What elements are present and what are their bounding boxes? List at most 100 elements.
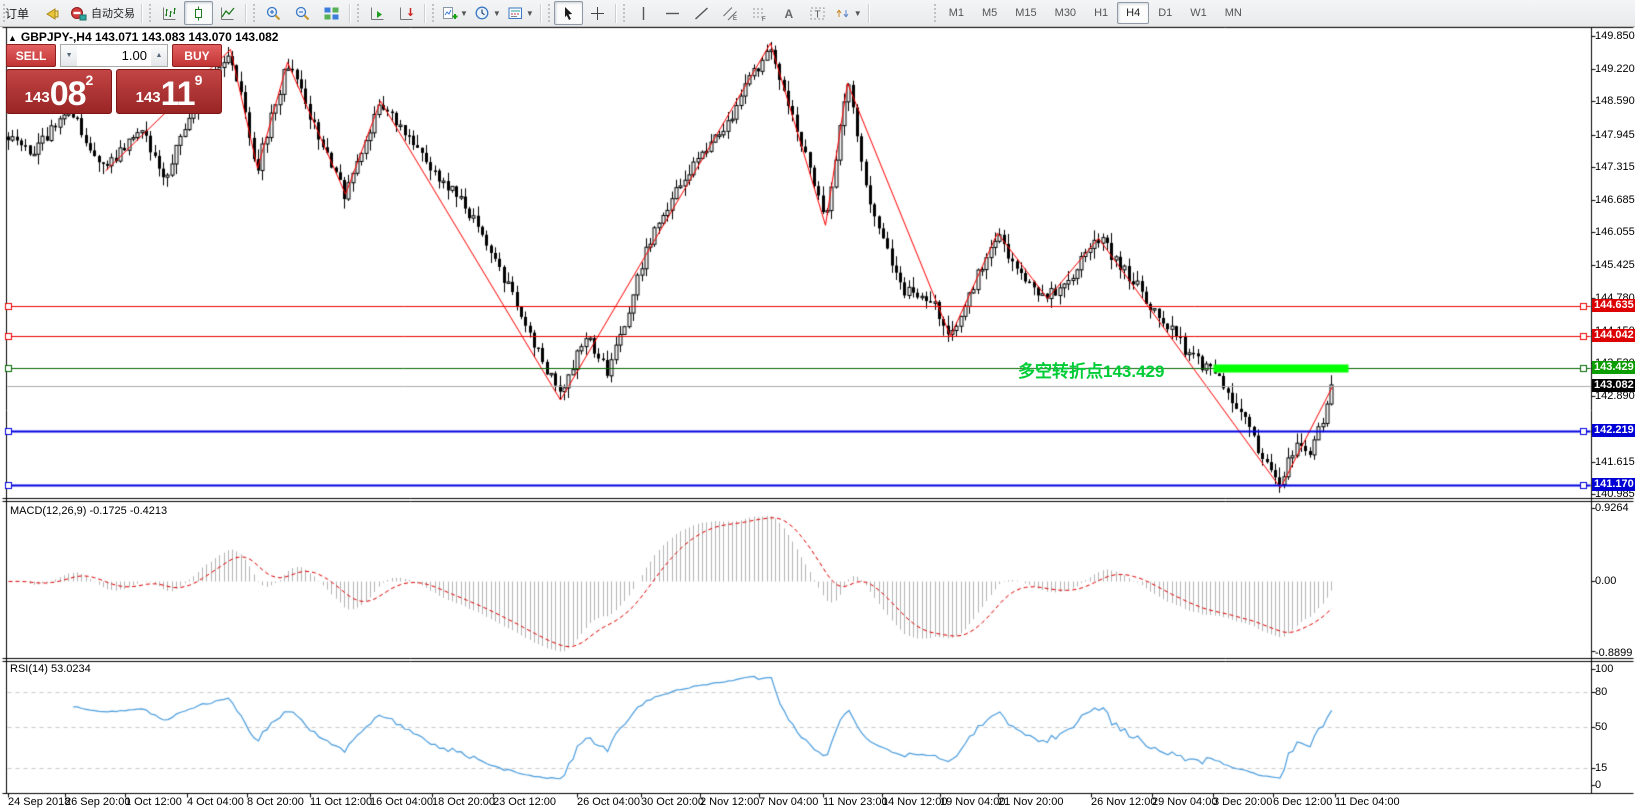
- toolbar-separator: [349, 4, 351, 23]
- mt4-window: 订单 自动交易 ▼ ▼ ▼ E F A T ▼ M1M5M15M30H1H4D1W1MN ▲GBPJ…: [0, 0, 1635, 812]
- buy-price-base: 143: [136, 85, 161, 111]
- price-chart-canvas[interactable]: [0, 0, 1635, 812]
- horizontal-line-button[interactable]: [658, 1, 687, 25]
- indicators-icon: [441, 5, 458, 22]
- tf-d1[interactable]: D1: [1149, 2, 1181, 24]
- sell-price-box[interactable]: 143 08 2: [6, 69, 112, 114]
- svg-text:F: F: [762, 17, 766, 22]
- templates-button[interactable]: ▼: [504, 1, 537, 25]
- svg-text:T: T: [814, 9, 820, 20]
- trendline-button[interactable]: [687, 1, 716, 25]
- cursor-button[interactable]: [554, 1, 583, 25]
- volume-value[interactable]: 1.00: [77, 45, 151, 66]
- tf-m5[interactable]: M5: [973, 2, 1006, 24]
- zoomin-icon: [265, 5, 282, 22]
- tf-m1[interactable]: M1: [940, 2, 973, 24]
- collapse-panel-icon[interactable]: ▲: [8, 33, 17, 43]
- candles-icon: [190, 5, 207, 22]
- tile-icon: [323, 5, 340, 22]
- volume-down-icon[interactable]: ▼: [61, 45, 77, 66]
- tf-m30[interactable]: M30: [1046, 2, 1085, 24]
- fibo-icon: F: [751, 5, 768, 22]
- news-icon: [44, 5, 61, 22]
- macd-label: MACD(12,26,9) -0.1725 -0.4213: [10, 505, 167, 517]
- textlabel-icon: T: [809, 5, 826, 22]
- tf-mn[interactable]: MN: [1216, 2, 1251, 24]
- label-button[interactable]: T: [803, 1, 832, 25]
- chevron-down-icon[interactable]: ▼: [493, 9, 501, 18]
- shapes-icon: [835, 5, 852, 22]
- volume-up-icon[interactable]: ▲: [151, 45, 167, 66]
- trend-icon: [693, 5, 710, 22]
- toolbar-grip[interactable]: [357, 4, 359, 22]
- candlestick-button[interactable]: [184, 1, 213, 25]
- autoscroll-icon: [369, 5, 386, 22]
- time-axis[interactable]: [0, 793, 1591, 812]
- news-icon[interactable]: [38, 1, 67, 25]
- chevron-down-icon[interactable]: ▼: [526, 9, 534, 18]
- text-button[interactable]: A: [774, 1, 803, 25]
- toolbar: 订单 自动交易 ▼ ▼ ▼ E F A T ▼ M1M5M15M30H1H4D1W1MN: [0, 0, 1635, 27]
- toolbar-grip[interactable]: [934, 4, 936, 22]
- zoom-out-button[interactable]: [288, 1, 317, 25]
- toolbar-grip[interactable]: [432, 4, 434, 22]
- toolbar-separator: [245, 4, 247, 23]
- tf-h1[interactable]: H1: [1085, 2, 1117, 24]
- sell-price-pip: 2: [86, 73, 94, 87]
- buy-price-pip: 9: [195, 73, 203, 87]
- toolbar-separator: [868, 4, 870, 23]
- cursor-icon: [560, 5, 577, 22]
- toolbar-separator: [141, 4, 143, 23]
- chart-shift-button[interactable]: [392, 1, 421, 25]
- clock-icon: [474, 5, 491, 22]
- toolbar-grip[interactable]: [149, 4, 151, 22]
- channel-icon: E: [722, 5, 739, 22]
- tf-w1[interactable]: W1: [1181, 2, 1216, 24]
- autotrade-icon: [70, 5, 87, 22]
- tf-m15[interactable]: M15: [1006, 2, 1045, 24]
- tf-h4[interactable]: H4: [1117, 2, 1149, 24]
- sell-price-big: 08: [50, 77, 86, 111]
- volume-stepper[interactable]: ▼ 1.00 ▲: [60, 44, 168, 67]
- toolbar-separator: [540, 4, 542, 23]
- zoomout-icon: [294, 5, 311, 22]
- chartshift-icon: [398, 5, 415, 22]
- toolbar-separator: [615, 4, 617, 23]
- toolbar-grip[interactable]: [548, 4, 550, 22]
- svg-text:A: A: [784, 7, 793, 21]
- chevron-down-icon[interactable]: ▼: [460, 9, 468, 18]
- crosshair-button[interactable]: [583, 1, 612, 25]
- toolbar-grip[interactable]: [253, 4, 255, 22]
- sell-price-base: 143: [25, 85, 50, 111]
- hline-icon: [664, 5, 681, 22]
- fibonacci-button[interactable]: F: [745, 1, 774, 25]
- shapes-button[interactable]: ▼: [832, 1, 865, 25]
- line-icon: [219, 5, 236, 22]
- toolbar-grip[interactable]: [623, 4, 625, 22]
- equidistant-channel-button[interactable]: E: [716, 1, 745, 25]
- chart-title: ▲GBPJPY-,H4 143.071 143.083 143.070 143.…: [8, 30, 278, 44]
- chevron-down-icon[interactable]: ▼: [854, 9, 862, 18]
- sell-button[interactable]: SELL: [6, 44, 56, 67]
- auto-scroll-button[interactable]: [363, 1, 392, 25]
- template-icon: [507, 5, 524, 22]
- bar-chart-button[interactable]: [155, 1, 184, 25]
- line-chart-button[interactable]: [213, 1, 242, 25]
- toolbar-separator: [424, 4, 426, 23]
- tile-windows-button[interactable]: [317, 1, 346, 25]
- zoom-in-button[interactable]: [259, 1, 288, 25]
- pivot-annotation: 多空转折点143.429: [1018, 357, 1164, 382]
- vline-icon: [635, 5, 652, 22]
- svg-text:E: E: [733, 16, 737, 22]
- vertical-line-button[interactable]: [629, 1, 658, 25]
- indicators-button[interactable]: ▼: [438, 1, 471, 25]
- buy-price-big: 11: [161, 77, 195, 111]
- buy-button[interactable]: BUY: [172, 44, 222, 67]
- crosshair-icon: [589, 5, 606, 22]
- autotrade-button[interactable]: 自动交易: [67, 1, 138, 25]
- price-axis[interactable]: [1591, 27, 1635, 793]
- one-click-trading-panel: SELL ▼ 1.00 ▲ BUY 143 08 2 143 11 9: [6, 44, 222, 114]
- buy-price-box[interactable]: 143 11 9: [116, 69, 222, 114]
- periods-button[interactable]: ▼: [471, 1, 504, 25]
- orders-button[interactable]: 订单: [9, 1, 38, 25]
